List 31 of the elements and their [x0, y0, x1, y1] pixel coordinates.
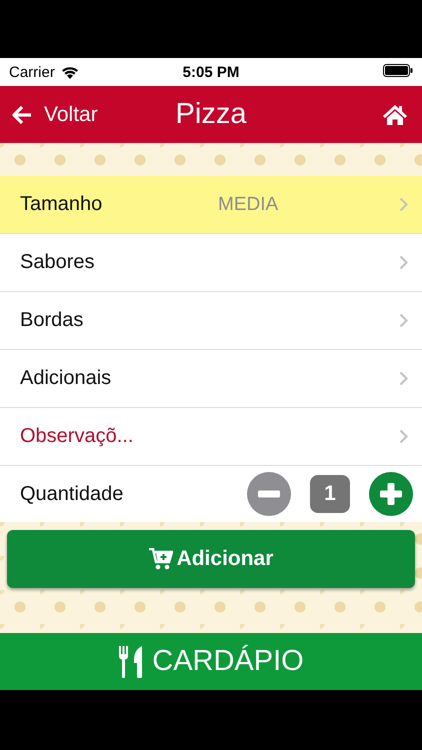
option-label: Observaçõ...	[20, 425, 134, 448]
option-row[interactable]: Observaçõ...	[0, 408, 422, 466]
page-title: Pizza	[176, 98, 246, 131]
menu-footer-button[interactable]: CARDÁPIO	[0, 633, 422, 690]
option-label: Sabores	[20, 251, 94, 274]
arrow-left-icon	[12, 106, 32, 124]
chevron-icon	[399, 371, 408, 386]
option-row[interactable]: Tamanho MEDIA	[0, 176, 422, 234]
add-button[interactable]: Adicionar	[7, 530, 415, 588]
quantity-label: Quantidade	[20, 482, 124, 506]
back-button[interactable]: Voltar	[0, 102, 110, 126]
chevron-icon	[399, 429, 408, 444]
minus-button[interactable]	[247, 472, 291, 516]
plus-button[interactable]	[369, 472, 413, 516]
chevron-icon	[399, 313, 408, 328]
wifi-icon	[60, 66, 79, 78]
home-icon	[382, 104, 408, 126]
option-row[interactable]: Bordas	[0, 292, 422, 350]
clock-time: 5:05 PM	[182, 64, 240, 80]
option-label: Tamanho	[20, 193, 102, 216]
chevron-icon	[399, 255, 408, 270]
carrier-name: Carrier	[9, 64, 55, 80]
option-label: Adicionais	[20, 367, 112, 390]
option-value: MEDIA	[218, 194, 278, 216]
quantity-value: 1	[310, 475, 350, 513]
option-row[interactable]: Adicionais	[0, 350, 422, 408]
chevron-icon	[399, 197, 408, 212]
option-label: Bordas	[20, 309, 84, 332]
option-row[interactable]: Sabores	[0, 234, 422, 292]
cart-plus-icon	[148, 548, 173, 570]
battery-icon	[383, 64, 413, 76]
